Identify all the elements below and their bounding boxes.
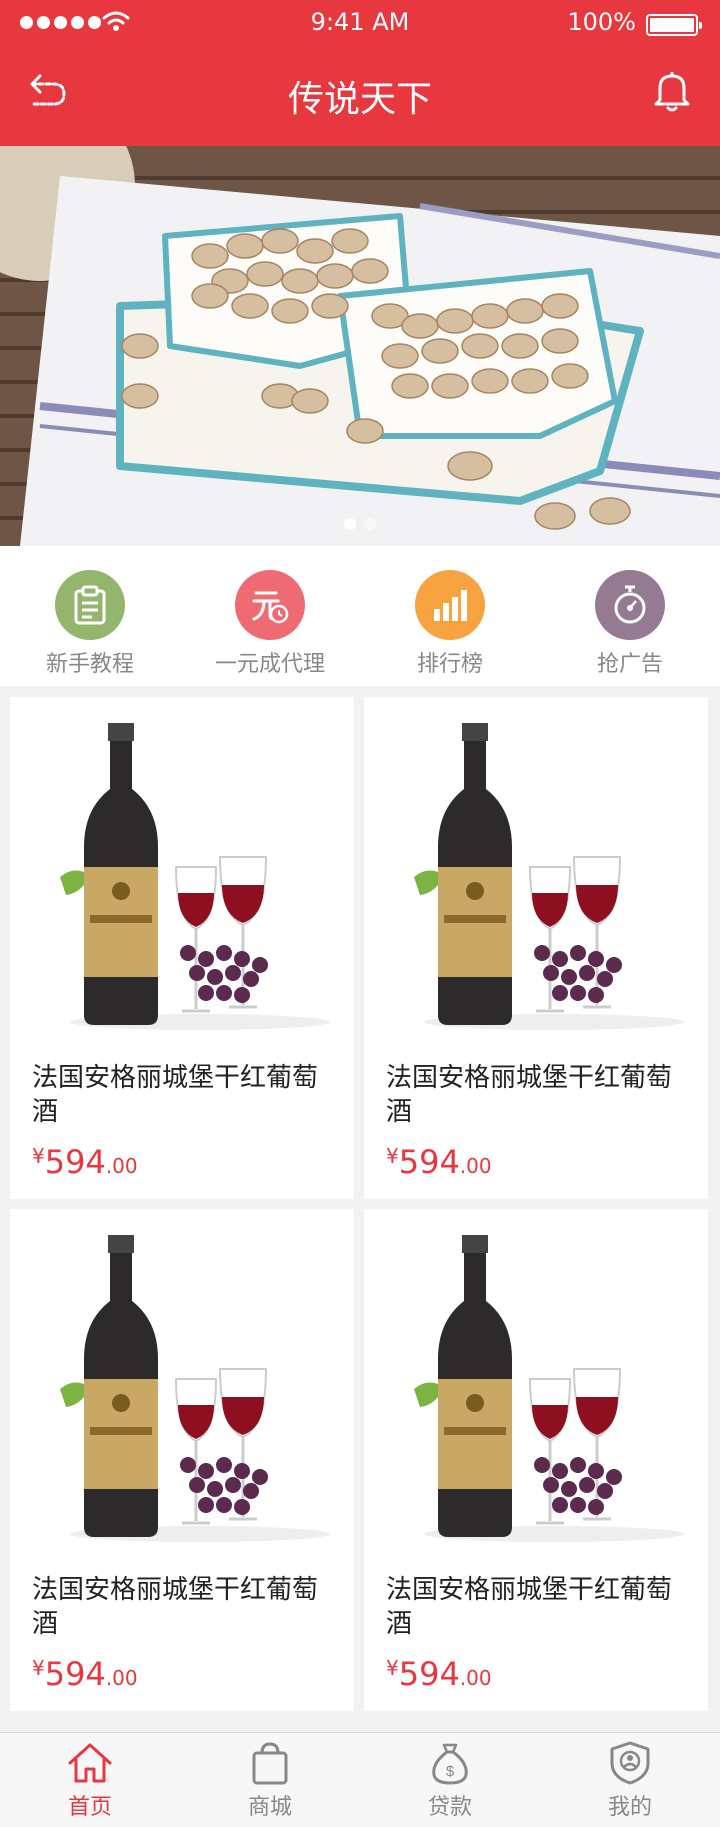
product-price: ¥594.00 (386, 1655, 492, 1693)
price-decimal: .00 (459, 1666, 492, 1690)
quick-item-tutorial[interactable]: 新手教程 (0, 546, 180, 686)
product-card[interactable]: 法国安格丽城堡干红葡萄酒 ¥594.00 (10, 697, 354, 1199)
battery-percent: 100% (567, 8, 636, 36)
banner-image (0, 146, 720, 546)
product-name: 法国安格丽城堡干红葡萄酒 (386, 1063, 673, 1127)
product-card[interactable]: 法国安格丽城堡干红葡萄酒 ¥594.00 (364, 1209, 708, 1711)
banner-carousel[interactable] (0, 146, 720, 546)
tab-label: 我的 (607, 1795, 652, 1820)
svg-text:$: $ (446, 1763, 455, 1780)
tab-mall[interactable]: 商城 (180, 1733, 360, 1827)
tab-label: 首页 (67, 1795, 112, 1820)
product-image (10, 1209, 354, 1554)
tab-label: 贷款 (427, 1795, 472, 1820)
quick-item-ranking[interactable]: 排行榜 (360, 546, 540, 686)
money-bag-icon: $ (432, 1743, 468, 1785)
shopping-bag-icon (252, 1742, 288, 1785)
page-title: 传说天下 (287, 79, 432, 120)
product-name: 法国安格丽城堡干红葡萄酒 (386, 1575, 673, 1639)
quick-item-agent[interactable]: 一元成代理 (180, 546, 360, 686)
tab-loan[interactable]: $ 贷款 (360, 1733, 540, 1827)
tab-bar: 首页 商城 $ 贷款 我的 (0, 1732, 720, 1827)
product-card[interactable]: 法国安格丽城堡干红葡萄酒 ¥594.00 (364, 697, 708, 1199)
product-image (364, 697, 708, 1042)
home-icon (68, 1743, 112, 1783)
tab-home[interactable]: 首页 (0, 1733, 180, 1827)
quick-item-label: 排行榜 (416, 652, 483, 677)
price-decimal: .00 (459, 1154, 492, 1178)
product-image (10, 697, 354, 1042)
price-decimal: .00 (105, 1666, 138, 1690)
product-name: 法国安格丽城堡干红葡萄酒 (32, 1063, 319, 1127)
price-integer: 594 (398, 1143, 460, 1181)
quick-menu: 新手教程 一元成代理 排行榜 抢广告 (0, 546, 720, 686)
carousel-dot[interactable] (364, 518, 376, 530)
price-integer: 594 (398, 1655, 460, 1693)
stopwatch-icon (595, 570, 665, 640)
product-card[interactable]: 法国安格丽城堡干红葡萄酒 ¥594.00 (10, 1209, 354, 1711)
price-currency: ¥ (386, 1656, 399, 1680)
quick-item-label: 抢广告 (596, 652, 663, 677)
quick-item-label: 新手教程 (45, 652, 134, 677)
product-name: 法国安格丽城堡干红葡萄酒 (32, 1575, 319, 1639)
price-currency: ¥ (32, 1656, 45, 1680)
quick-item-grab-ads[interactable]: 抢广告 (540, 546, 720, 686)
tab-label: 商城 (247, 1795, 292, 1820)
price-decimal: .00 (105, 1154, 138, 1178)
carousel-indicator[interactable] (0, 518, 720, 530)
price-currency: ¥ (386, 1144, 399, 1168)
product-price: ¥594.00 (386, 1143, 492, 1181)
product-grid: 法国安格丽城堡干红葡萄酒 ¥594.00 法国安格丽城堡干红葡萄酒 ¥594.0… (10, 697, 710, 1711)
quick-item-label: 一元成代理 (214, 652, 325, 677)
battery-icon (646, 14, 702, 36)
product-price: ¥594.00 (32, 1143, 138, 1181)
product-price: ¥594.00 (32, 1655, 138, 1693)
bar-chart-icon (415, 570, 485, 640)
tab-mine[interactable]: 我的 (540, 1733, 720, 1827)
header: 9:41 AM 100% 传说天下 (0, 0, 720, 146)
product-image (364, 1209, 708, 1554)
carousel-dot[interactable] (344, 518, 356, 530)
status-bar: 9:41 AM 100% (0, 0, 720, 48)
clipboard-icon (55, 570, 125, 640)
price-integer: 594 (44, 1143, 106, 1181)
price-currency: ¥ (32, 1144, 45, 1168)
yuan-clock-icon (235, 570, 305, 640)
user-shield-icon (610, 1741, 650, 1785)
bell-icon[interactable] (648, 66, 696, 114)
price-integer: 594 (44, 1655, 106, 1693)
